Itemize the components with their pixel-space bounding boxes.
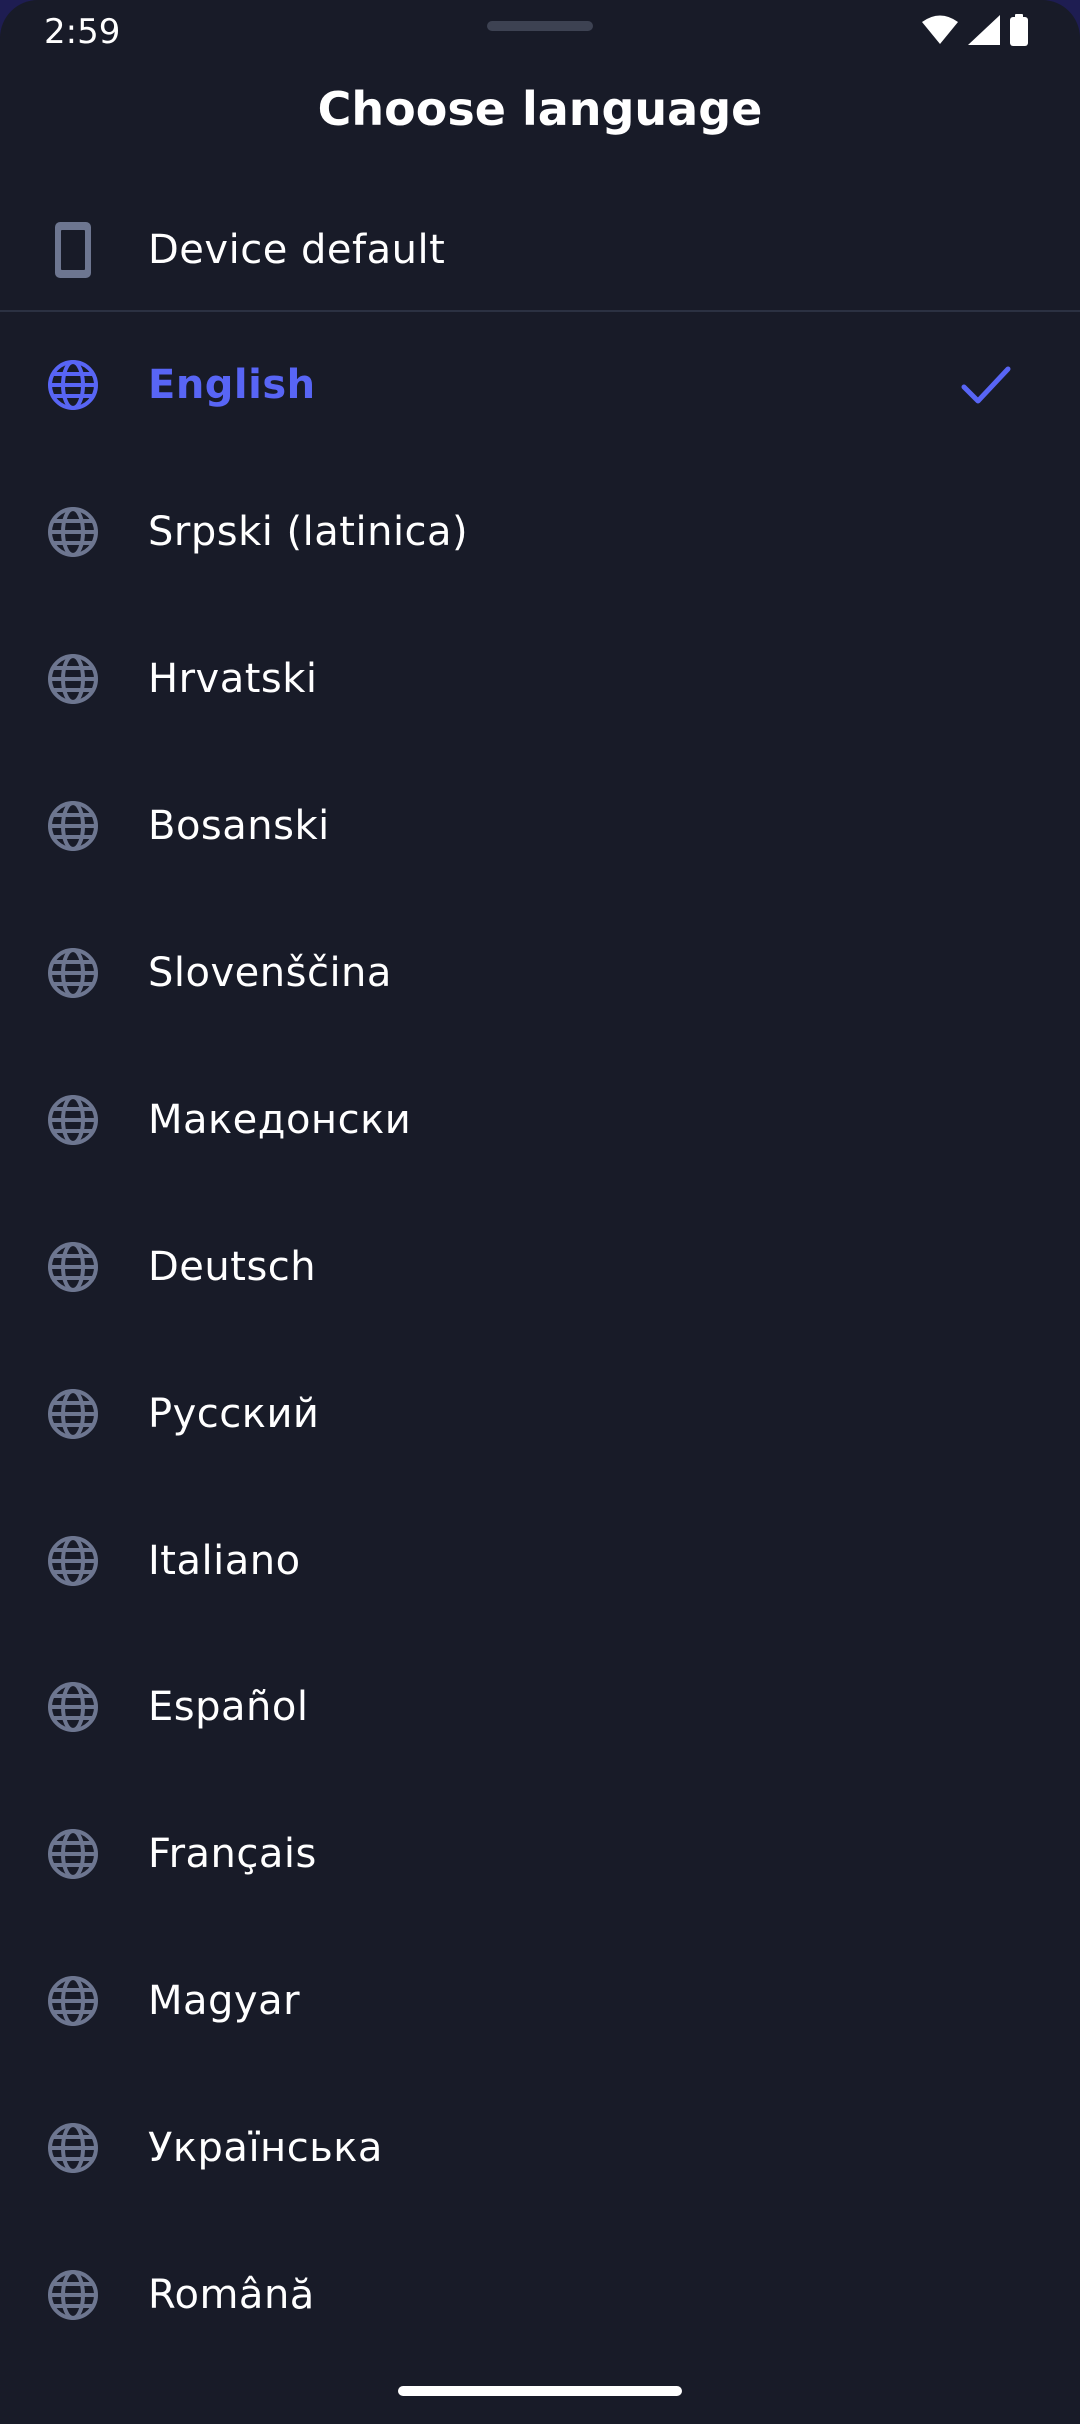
globe-icon xyxy=(46,1534,100,1588)
globe-icon xyxy=(46,1093,100,1147)
phone-icon xyxy=(46,222,100,278)
language-option[interactable]: Українська xyxy=(0,2075,1080,2222)
language-label: Magyar xyxy=(148,1978,301,2025)
language-label: Македонски xyxy=(148,1096,412,1143)
home-indicator[interactable] xyxy=(398,2386,682,2396)
language-label: Srpski (latinica) xyxy=(148,509,469,556)
language-option[interactable]: English xyxy=(0,312,1080,459)
globe-icon xyxy=(46,946,100,1000)
globe-icon xyxy=(46,1827,100,1881)
language-label: Bosanski xyxy=(148,803,330,850)
language-option[interactable]: Română xyxy=(0,2222,1080,2369)
device-default-label: Device default xyxy=(148,227,446,273)
language-label: Українська xyxy=(148,2125,383,2172)
language-list: English Srpski (latinica) Hrvatski Bosanski… xyxy=(0,312,1080,2368)
language-label: Français xyxy=(148,1831,317,1878)
language-option[interactable]: Македонски xyxy=(0,1046,1080,1193)
checkmark-icon xyxy=(958,357,1014,413)
language-sheet: 2:59 Choose language Device default Engl… xyxy=(0,0,1080,2424)
language-option[interactable]: Srpski (latinica) xyxy=(0,459,1080,606)
globe-icon xyxy=(46,358,100,412)
language-label: Русский xyxy=(148,1390,320,1437)
globe-icon xyxy=(46,2121,100,2175)
language-label: Deutsch xyxy=(148,1243,317,1290)
battery-icon xyxy=(1010,14,1028,46)
language-label: Română xyxy=(148,2272,315,2319)
drag-handle[interactable] xyxy=(487,21,593,31)
language-option[interactable]: Español xyxy=(0,1634,1080,1781)
page-title: Choose language xyxy=(317,82,763,136)
globe-icon xyxy=(46,505,100,559)
signal-icon xyxy=(968,15,1000,45)
globe-icon xyxy=(46,1240,100,1294)
globe-icon xyxy=(46,1974,100,2028)
language-option[interactable]: Français xyxy=(0,1781,1080,1928)
globe-icon xyxy=(46,2268,100,2322)
status-icons xyxy=(922,14,1028,46)
language-label: Italiano xyxy=(148,1537,301,1584)
language-label: English xyxy=(148,362,316,409)
language-option[interactable]: Italiano xyxy=(0,1487,1080,1634)
language-option[interactable]: Magyar xyxy=(0,1928,1080,2075)
globe-icon xyxy=(46,652,100,706)
language-option[interactable]: Deutsch xyxy=(0,1193,1080,1340)
wifi-icon xyxy=(922,15,958,44)
globe-icon xyxy=(46,1387,100,1441)
language-label: Slovenščina xyxy=(148,950,392,996)
status-time: 2:59 xyxy=(44,12,121,52)
language-option[interactable]: Русский xyxy=(0,1340,1080,1487)
language-label: Español xyxy=(148,1684,309,1731)
language-option[interactable]: Bosanski xyxy=(0,753,1080,900)
globe-icon xyxy=(46,799,100,853)
language-option[interactable]: Hrvatski xyxy=(0,606,1080,753)
device-default-option[interactable]: Device default xyxy=(0,190,1080,310)
language-label: Hrvatski xyxy=(148,656,318,703)
globe-icon xyxy=(46,1680,100,1734)
language-option[interactable]: Slovenščina xyxy=(0,900,1080,1047)
